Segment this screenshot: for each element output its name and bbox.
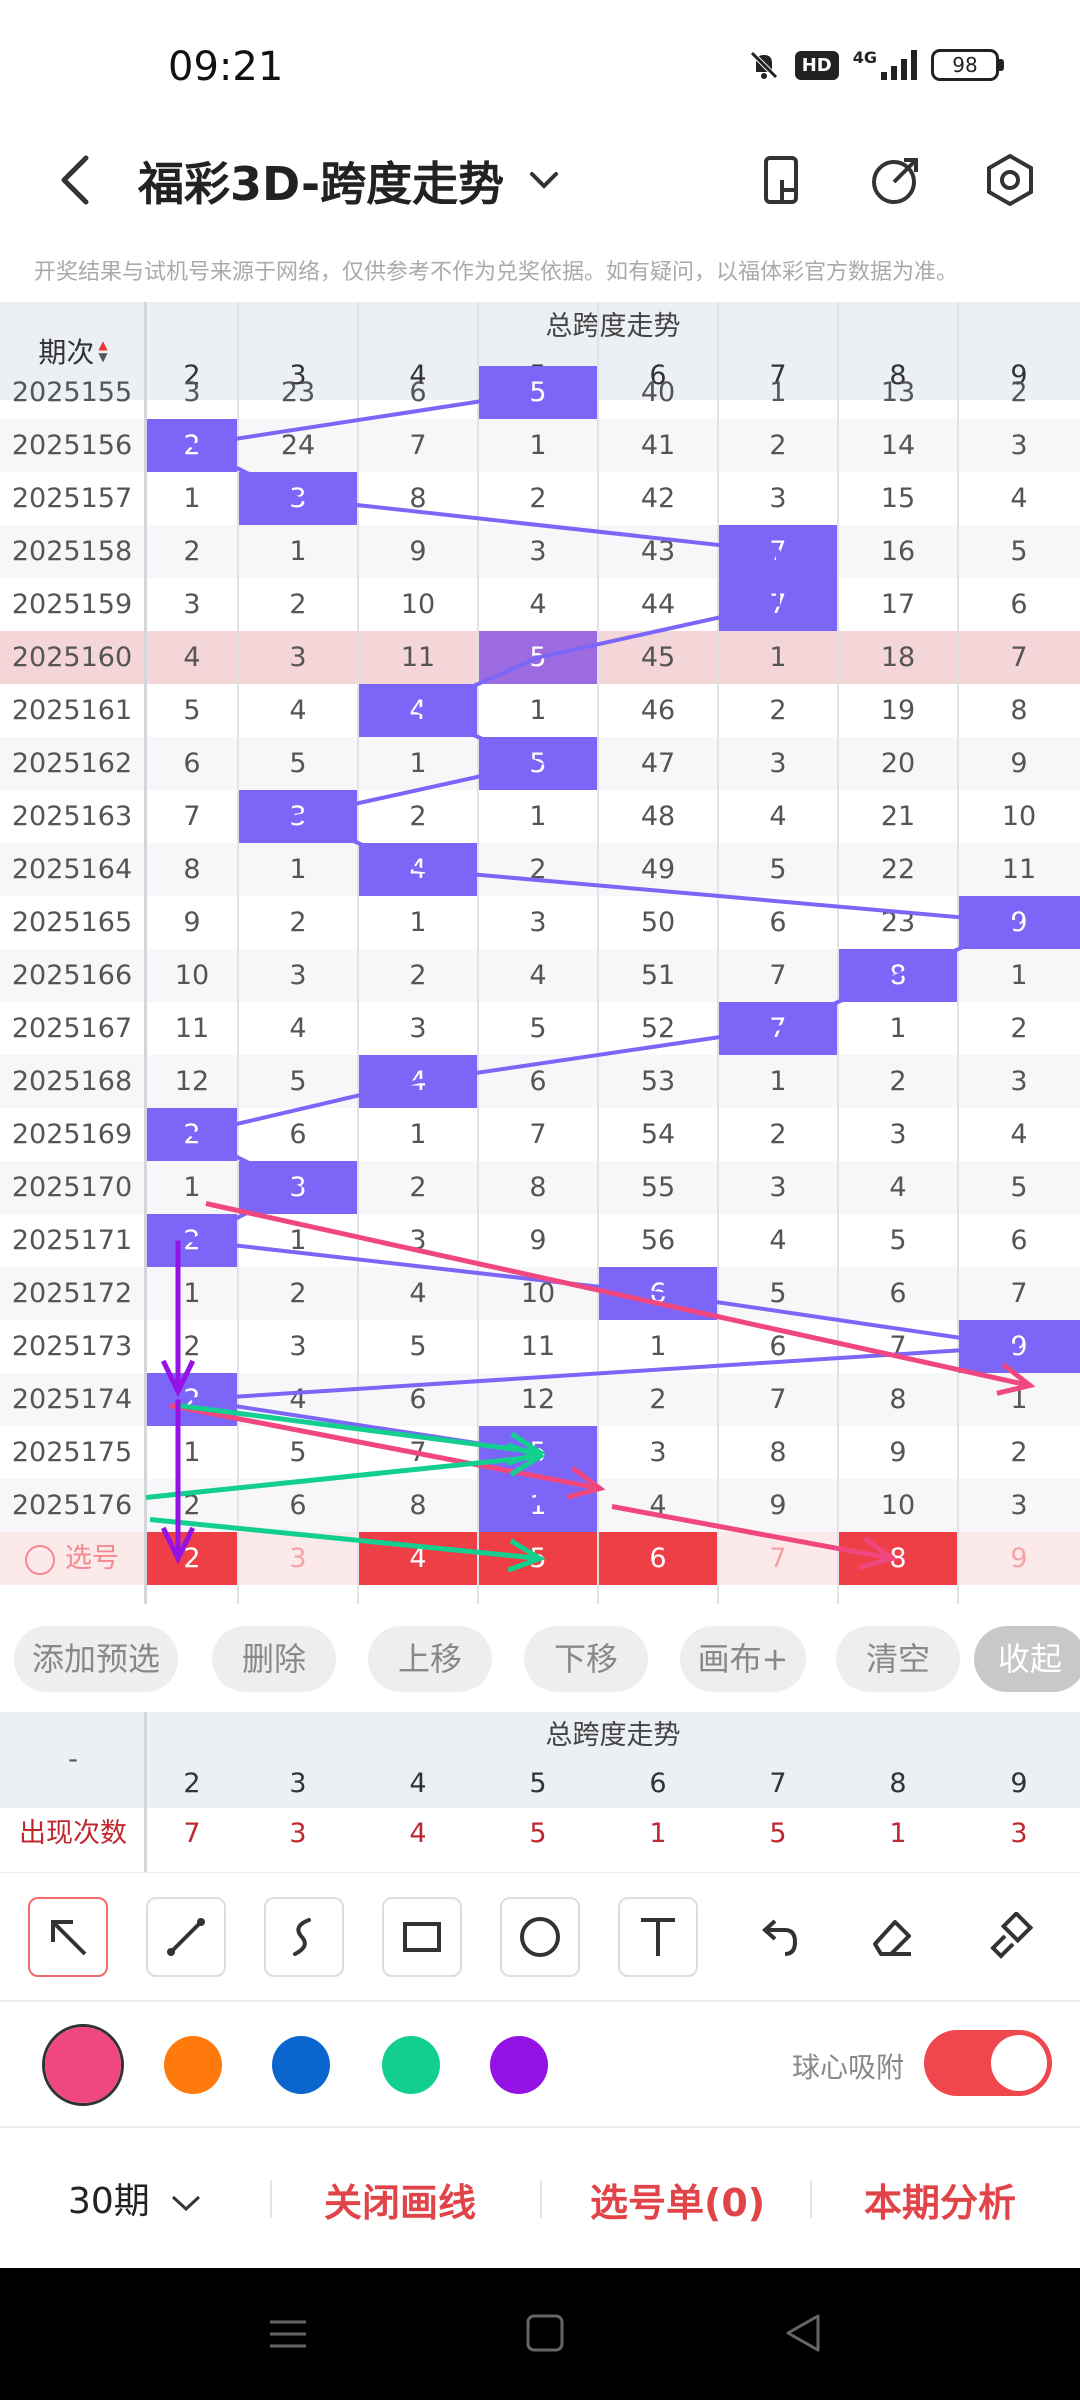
trend-lines xyxy=(145,390,1036,1573)
annotation-arrow-green-1 xyxy=(177,1403,546,1466)
stats-column-header-2: 2 xyxy=(183,1768,201,1799)
hd-badge: HD xyxy=(794,50,839,80)
phone-layout-icon[interactable] xyxy=(752,150,812,210)
clear-button[interactable]: 清空 xyxy=(836,1626,960,1692)
circle-tool-icon[interactable] xyxy=(500,1897,580,1977)
stats-table: - 总跨度走势 2 3 4 5 6 7 8 9 出现次数 7 3 4 5 1 5 1 3 xyxy=(0,1712,1080,1872)
curve-tool-icon[interactable] xyxy=(264,1897,344,1977)
stats-left-header: - xyxy=(0,1712,146,1808)
analysis-button[interactable]: 本期分析 xyxy=(864,2172,1016,2227)
color-swatch-orange[interactable] xyxy=(164,2036,222,2094)
back-arrow-icon[interactable] xyxy=(48,150,108,210)
app-header: 福彩3D-跨度走势 xyxy=(0,130,1080,240)
drawing-toolbar xyxy=(0,1872,1080,2000)
stats-value: 1 xyxy=(649,1818,667,1849)
stats-value: 5 xyxy=(529,1818,547,1849)
stats-value: 3 xyxy=(1010,1818,1028,1849)
chevron-down-icon[interactable] xyxy=(524,160,564,200)
stats-value: 1 xyxy=(889,1818,907,1849)
battery-icon: 98 xyxy=(931,49,1004,81)
annotation-arrow-green-2 xyxy=(145,1442,546,1500)
stats-column-header-6: 6 xyxy=(649,1768,667,1799)
action-bar: 添加预选 删除 上移 下移 画布+ 清空 收起 xyxy=(0,1604,1080,1712)
undo-icon[interactable] xyxy=(736,1897,816,1977)
canvas-plus-button[interactable]: 画布+ xyxy=(680,1626,806,1692)
eraser-icon[interactable] xyxy=(852,1897,932,1977)
arrow-tool-icon[interactable] xyxy=(28,1897,108,1977)
annotation-arrow-pink-3 xyxy=(611,1504,898,1570)
trend-table: 期次 ▲▼ 总跨度走势 23456789 2025155323654011322… xyxy=(0,302,1080,1604)
color-swatch-blue[interactable] xyxy=(272,2036,330,2094)
annotation-arrow-purple-1 xyxy=(160,1240,196,1398)
move-up-button[interactable]: 上移 xyxy=(368,1626,492,1692)
stats-value: 4 xyxy=(409,1818,427,1849)
stats-group-header: 总跨度走势 xyxy=(146,1712,1080,1760)
rectangle-tool-icon[interactable] xyxy=(382,1897,462,1977)
stats-column-header-3: 3 xyxy=(289,1768,307,1799)
system-nav-bar xyxy=(0,2268,1080,2400)
mute-bell-icon xyxy=(749,51,778,79)
network-type: 4G xyxy=(852,48,877,67)
clock: 09:21 xyxy=(168,44,284,90)
disclaimer-text: 开奖结果与试机号来源于网络，仅供参考不作为兑奖依据。如有疑问，以福体彩官方数据为… xyxy=(34,260,959,285)
menu-icon[interactable] xyxy=(268,2314,308,2354)
signal-icon xyxy=(881,50,917,80)
period-count-select[interactable]: 30期 xyxy=(68,2172,203,2224)
ticket-button[interactable]: 选号单(0) xyxy=(590,2172,765,2227)
color-swatch-pink[interactable] xyxy=(42,2024,124,2106)
home-icon[interactable] xyxy=(524,2312,566,2354)
stats-column-header-4: 4 xyxy=(409,1768,427,1799)
move-down-button[interactable]: 下移 xyxy=(524,1626,648,1692)
stats-value: 3 xyxy=(289,1818,307,1849)
clear-brush-icon[interactable] xyxy=(970,1897,1050,1977)
bottom-bar: 30期 关闭画线 选号单(0) 本期分析 xyxy=(0,2126,1080,2268)
settings-icon[interactable] xyxy=(980,150,1040,210)
delete-button[interactable]: 删除 xyxy=(212,1626,336,1692)
page-title: 福彩3D-跨度走势 xyxy=(138,157,505,211)
color-palette: 球心吸附 xyxy=(0,2000,1080,2126)
stats-column-header-9: 9 xyxy=(1010,1768,1028,1799)
line-tool-icon[interactable] xyxy=(146,1897,226,1977)
color-swatch-purple[interactable] xyxy=(490,2036,548,2094)
stats-value: 5 xyxy=(769,1818,787,1849)
annotation-arrow-pink-1 xyxy=(205,1201,1036,1396)
share-icon[interactable] xyxy=(866,150,926,210)
stats-value: 7 xyxy=(183,1818,201,1849)
occurrence-label: 出现次数 xyxy=(19,1818,127,1849)
status-bar: 09:21 HD 4G 98 xyxy=(0,0,1080,130)
stats-column-header-8: 8 xyxy=(889,1768,907,1799)
snap-toggle[interactable] xyxy=(924,2030,1052,2096)
collapse-button[interactable]: 收起 xyxy=(974,1626,1080,1692)
stats-column-header-7: 7 xyxy=(769,1768,787,1799)
chevron-down-icon xyxy=(172,2195,201,2212)
close-lines-button[interactable]: 关闭画线 xyxy=(324,2172,476,2227)
color-swatch-green[interactable] xyxy=(382,2036,440,2094)
snap-label: 球心吸附 xyxy=(792,2051,905,2084)
annotation-arrow-green-3 xyxy=(149,1517,546,1573)
add-preselect-button[interactable]: 添加预选 xyxy=(14,1626,178,1692)
back-icon[interactable] xyxy=(782,2312,824,2354)
annotation-arrow-purple-2 xyxy=(160,1399,196,1565)
trend-polyline xyxy=(185,390,1020,1506)
stats-column-header-5: 5 xyxy=(529,1768,547,1799)
text-tool-icon[interactable] xyxy=(618,1897,698,1977)
